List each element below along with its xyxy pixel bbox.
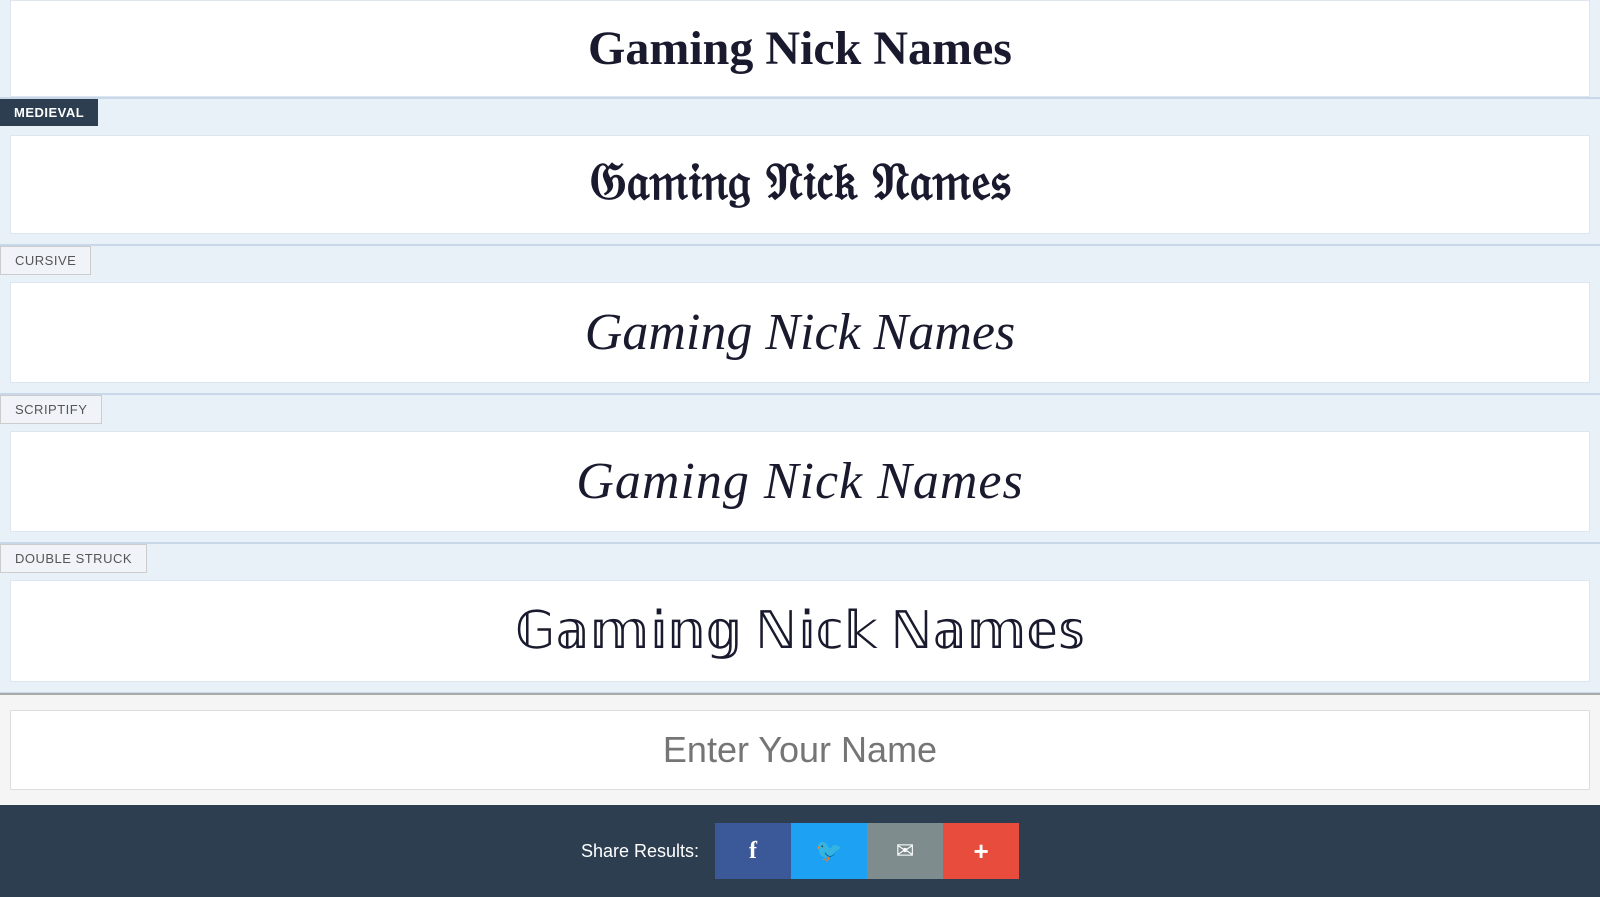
top-display-area: Gaming Nick Names — [10, 0, 1590, 97]
scriptify-label: SCRIPTIFY — [0, 395, 102, 424]
more-icon: + — [973, 836, 988, 867]
medieval-label: MEDIEVAL — [0, 99, 98, 126]
share-twitter-button[interactable]: 🐦 — [791, 823, 867, 879]
medieval-text: 𝔊𝔞𝔪𝔦𝔫𝔤 𝔑𝔦𝔠𝔨 𝔑𝔞𝔪𝔢𝔰 — [590, 156, 1011, 213]
input-section — [0, 693, 1600, 805]
double-struck-display-area[interactable]: 𝔾𝕒𝕞𝕚𝕟𝕘 ℕ𝕚𝕔𝕜 ℕ𝕒𝕞𝕖𝕤 — [10, 580, 1590, 682]
name-input[interactable] — [10, 710, 1590, 790]
medieval-display-area[interactable]: 𝔊𝔞𝔪𝔦𝔫𝔤 𝔑𝔦𝔠𝔨 𝔑𝔞𝔪𝔢𝔰 — [10, 135, 1590, 234]
cursive-section: CURSIVE Gaming Nick Names — [0, 245, 1600, 394]
scriptify-display-area[interactable]: Gaming Nick Names — [10, 431, 1590, 532]
scriptify-text: Gaming Nick Names — [576, 452, 1023, 511]
double-struck-section: DOUBLE STRUCK 𝔾𝕒𝕞𝕚𝕟𝕘 ℕ𝕚𝕔𝕜 ℕ𝕒𝕞𝕖𝕤 — [0, 543, 1600, 693]
top-preview-text: Gaming Nick Names — [588, 21, 1012, 76]
share-email-button[interactable]: ✉ — [867, 823, 943, 879]
share-facebook-button[interactable]: f — [715, 823, 791, 879]
cursive-label: CURSIVE — [0, 246, 91, 275]
share-bar: Share Results: f 🐦 ✉ + — [0, 805, 1600, 897]
cursive-display-area[interactable]: Gaming Nick Names — [10, 282, 1590, 383]
top-preview-section: Gaming Nick Names — [0, 0, 1600, 98]
double-struck-text: 𝔾𝕒𝕞𝕚𝕟𝕘 ℕ𝕚𝕔𝕜 ℕ𝕒𝕞𝕖𝕤 — [515, 601, 1085, 661]
cursive-text: Gaming Nick Names — [585, 303, 1015, 362]
medieval-section: MEDIEVAL 𝔊𝔞𝔪𝔦𝔫𝔤 𝔑𝔦𝔠𝔨 𝔑𝔞𝔪𝔢𝔰 — [0, 98, 1600, 245]
twitter-icon: 🐦 — [815, 838, 842, 864]
share-label: Share Results: — [581, 841, 699, 862]
scriptify-section: SCRIPTIFY Gaming Nick Names — [0, 394, 1600, 543]
double-struck-label: DOUBLE STRUCK — [0, 544, 147, 573]
facebook-icon: f — [749, 838, 757, 865]
email-icon: ✉ — [896, 838, 914, 864]
share-more-button[interactable]: + — [943, 823, 1019, 879]
